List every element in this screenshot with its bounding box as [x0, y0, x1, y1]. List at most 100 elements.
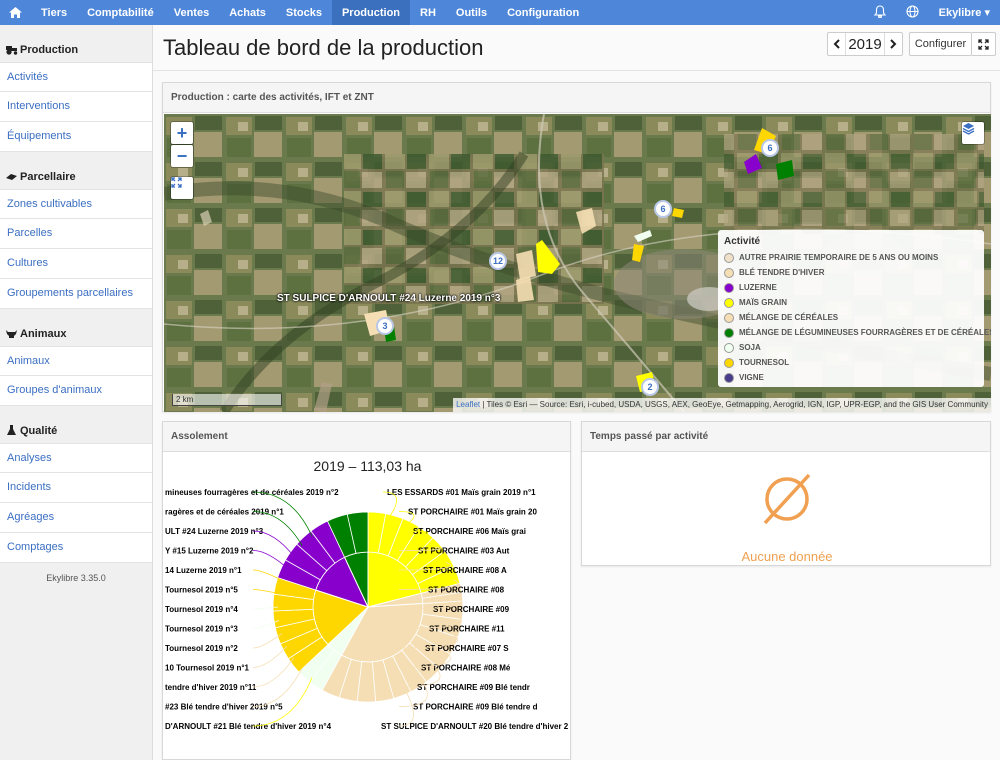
pie-label-left: 10 Tournesol 2019 n°1 — [165, 664, 250, 673]
nav-comptabilite[interactable]: Comptabilité — [77, 0, 164, 25]
next-year-icon[interactable] — [885, 33, 902, 55]
flask-icon — [5, 425, 17, 436]
legend-label: MAÏS GRAIN — [739, 298, 787, 307]
map-cluster[interactable]: 6 — [761, 139, 779, 157]
main-content: Tableau de bord de la production 2019 Co… — [153, 25, 1000, 760]
sidebar-section-2: Animaux — [0, 309, 152, 346]
legend-label: BLÉ TENDRE D'HIVER — [739, 268, 825, 277]
legend-swatch — [724, 297, 734, 308]
legend-item: AUTRE PRAIRIE TEMPORAIRE DE 5 ANS OU MOI… — [724, 250, 978, 265]
sidebar-section-1: Parcellaire — [0, 152, 152, 189]
pie-label-left: ragères et de céréales 2019 n°1 — [165, 508, 284, 517]
legend-label: AUTRE PRAIRIE TEMPORAIRE DE 5 ANS OU MOI… — [739, 253, 939, 262]
legend-label: LUZERNE — [739, 283, 777, 292]
top-navbar: Tiers Comptabilité Ventes Achats Stocks Produ… — [0, 0, 1000, 25]
sidebar-item[interactable]: Analyses — [0, 443, 152, 473]
bell-icon[interactable] — [864, 4, 896, 21]
fullscreen-icon[interactable] — [972, 32, 996, 56]
sidebar-item[interactable]: Parcelles — [0, 219, 152, 249]
configure-button[interactable]: Configurer — [909, 32, 972, 56]
pie-label-left: #23 Blé tendre d'hiver 2019 n°5 — [165, 703, 283, 712]
legend-item: LUZERNE — [724, 280, 978, 295]
map-cluster[interactable]: 12 — [489, 252, 507, 270]
pie-label-left: tendre d'hiver 2019 n°11 — [165, 683, 257, 692]
pie-label-left: Tournesol 2019 n°3 — [165, 625, 238, 634]
pie-label-right: ST PORCHAIRE #09 Blé tendr — [417, 683, 530, 692]
zoom-out-button[interactable]: − — [171, 145, 193, 167]
year-selector: 2019 — [827, 32, 903, 56]
field-icon — [5, 171, 17, 182]
pie-leader-line — [252, 550, 288, 569]
time-per-activity-panel: Temps passé par activité Aucune donnée — [581, 421, 991, 566]
sidebar: Production Activités Interventions Équipeme… — [0, 25, 153, 760]
sidebar-item[interactable]: Incidents — [0, 473, 152, 503]
nav-outils[interactable]: Outils — [446, 0, 497, 25]
pie-label-right: ST PORCHAIRE #06 Maïs grai — [413, 527, 526, 536]
sidebar-item[interactable]: Zones cultivables — [0, 189, 152, 219]
pie-label-right: ST PORCHAIRE #07 S — [425, 644, 509, 653]
legend-label: VIGNE — [739, 373, 764, 382]
legend-item: MAÏS GRAIN — [724, 295, 978, 310]
nav-ventes[interactable]: Ventes — [164, 0, 219, 25]
sidebar-item[interactable]: Animaux — [0, 346, 152, 376]
zoom-in-button[interactable]: + — [171, 122, 193, 144]
cow-icon — [5, 328, 17, 339]
sidebar-section-title: Production — [20, 43, 79, 56]
previous-year-icon[interactable] — [828, 33, 845, 55]
legend-item: TOURNESOL — [724, 355, 978, 370]
legend-swatch — [724, 252, 734, 263]
legend-label: MÉLANGE DE CÉRÉALES — [739, 313, 839, 322]
legend-item: VIGNE — [724, 370, 978, 385]
nav-tiers[interactable]: Tiers — [31, 0, 77, 25]
legend-swatch — [724, 372, 734, 383]
legend-swatch — [724, 357, 734, 368]
production-map[interactable]: + − 6 6 12 3 2 ST SULPICE D'ARNOULT #24 … — [164, 114, 991, 412]
pie-label-right: ST PORCHAIRE #01 Maïs grain 20 — [408, 508, 537, 517]
layers-icon[interactable] — [962, 122, 984, 144]
map-cluster[interactable]: 3 — [376, 317, 394, 335]
sidebar-item[interactable]: Équipements — [0, 122, 152, 152]
sidebar-item[interactable]: Activités — [0, 62, 152, 92]
nav-configuration[interactable]: Configuration — [497, 0, 589, 25]
pie-label-right: ST PORCHAIRE #03 Aut — [418, 547, 510, 556]
pie-leader-line — [252, 657, 295, 688]
leaflet-link[interactable]: Leaflet — [456, 400, 480, 409]
pie-label-right: LES ESSARDS #01 Maïs grain 2019 n°1 — [387, 488, 536, 497]
fullscreen-map-icon[interactable] — [171, 177, 193, 199]
legend-swatch — [724, 327, 734, 338]
nav-achats[interactable]: Achats — [219, 0, 276, 25]
sidebar-item[interactable]: Groupes d'animaux — [0, 376, 152, 406]
user-menu[interactable]: Ekylibre ▾ — [929, 6, 1000, 19]
assolement-sunburst-chart: mineuses fourragères et de céréales 2019… — [165, 488, 569, 731]
map-cluster[interactable]: 2 — [641, 378, 659, 396]
sidebar-item[interactable]: Cultures — [0, 249, 152, 279]
tractor-icon — [5, 44, 18, 55]
pie-label-left: D'ARNOULT #21 Blé tendre d'hiver 2019 n°… — [165, 722, 332, 731]
legend-label: MÉLANGE DE LÉGUMINEUSES FOURRAGÈRES ET D… — [739, 328, 991, 337]
sidebar-item[interactable]: Comptages — [0, 533, 152, 563]
sidebar-section-title: Qualité — [20, 424, 58, 437]
map-cluster[interactable]: 6 — [654, 200, 672, 218]
main-menu: Tiers Comptabilité Ventes Achats Stocks Produ… — [31, 0, 589, 25]
pie-label-right: ST PORCHAIRE #08 A — [423, 566, 507, 575]
nav-rh[interactable]: RH — [410, 0, 446, 25]
legend-swatch — [724, 267, 734, 278]
sidebar-section-title: Animaux — [20, 327, 67, 340]
map-scale: 2 km — [172, 394, 282, 406]
sidebar-item[interactable]: Interventions — [0, 92, 152, 122]
pie-leader-line — [252, 645, 288, 668]
sidebar-item[interactable]: Groupements parcellaires — [0, 279, 152, 309]
pie-label-right: ST PORCHAIRE #09 — [433, 605, 510, 614]
legend-item: MÉLANGE DE CÉRÉALES — [724, 310, 978, 325]
plot-tooltip: ST SULPICE D'ARNOULT #24 Luzerne 2019 n°… — [277, 293, 501, 304]
legend-item: SOJA — [724, 340, 978, 355]
legend-label: TOURNESOL — [739, 358, 790, 367]
legend-swatch — [724, 312, 734, 323]
home-icon[interactable] — [0, 0, 31, 25]
nav-production[interactable]: Production — [331, 0, 411, 25]
legend-swatch — [724, 342, 734, 353]
pie-label-left: Tournesol 2019 n°2 — [165, 644, 238, 653]
globe-icon[interactable] — [896, 4, 929, 21]
sidebar-item[interactable]: Agréages — [0, 503, 152, 533]
nav-stocks[interactable]: Stocks — [276, 0, 332, 25]
